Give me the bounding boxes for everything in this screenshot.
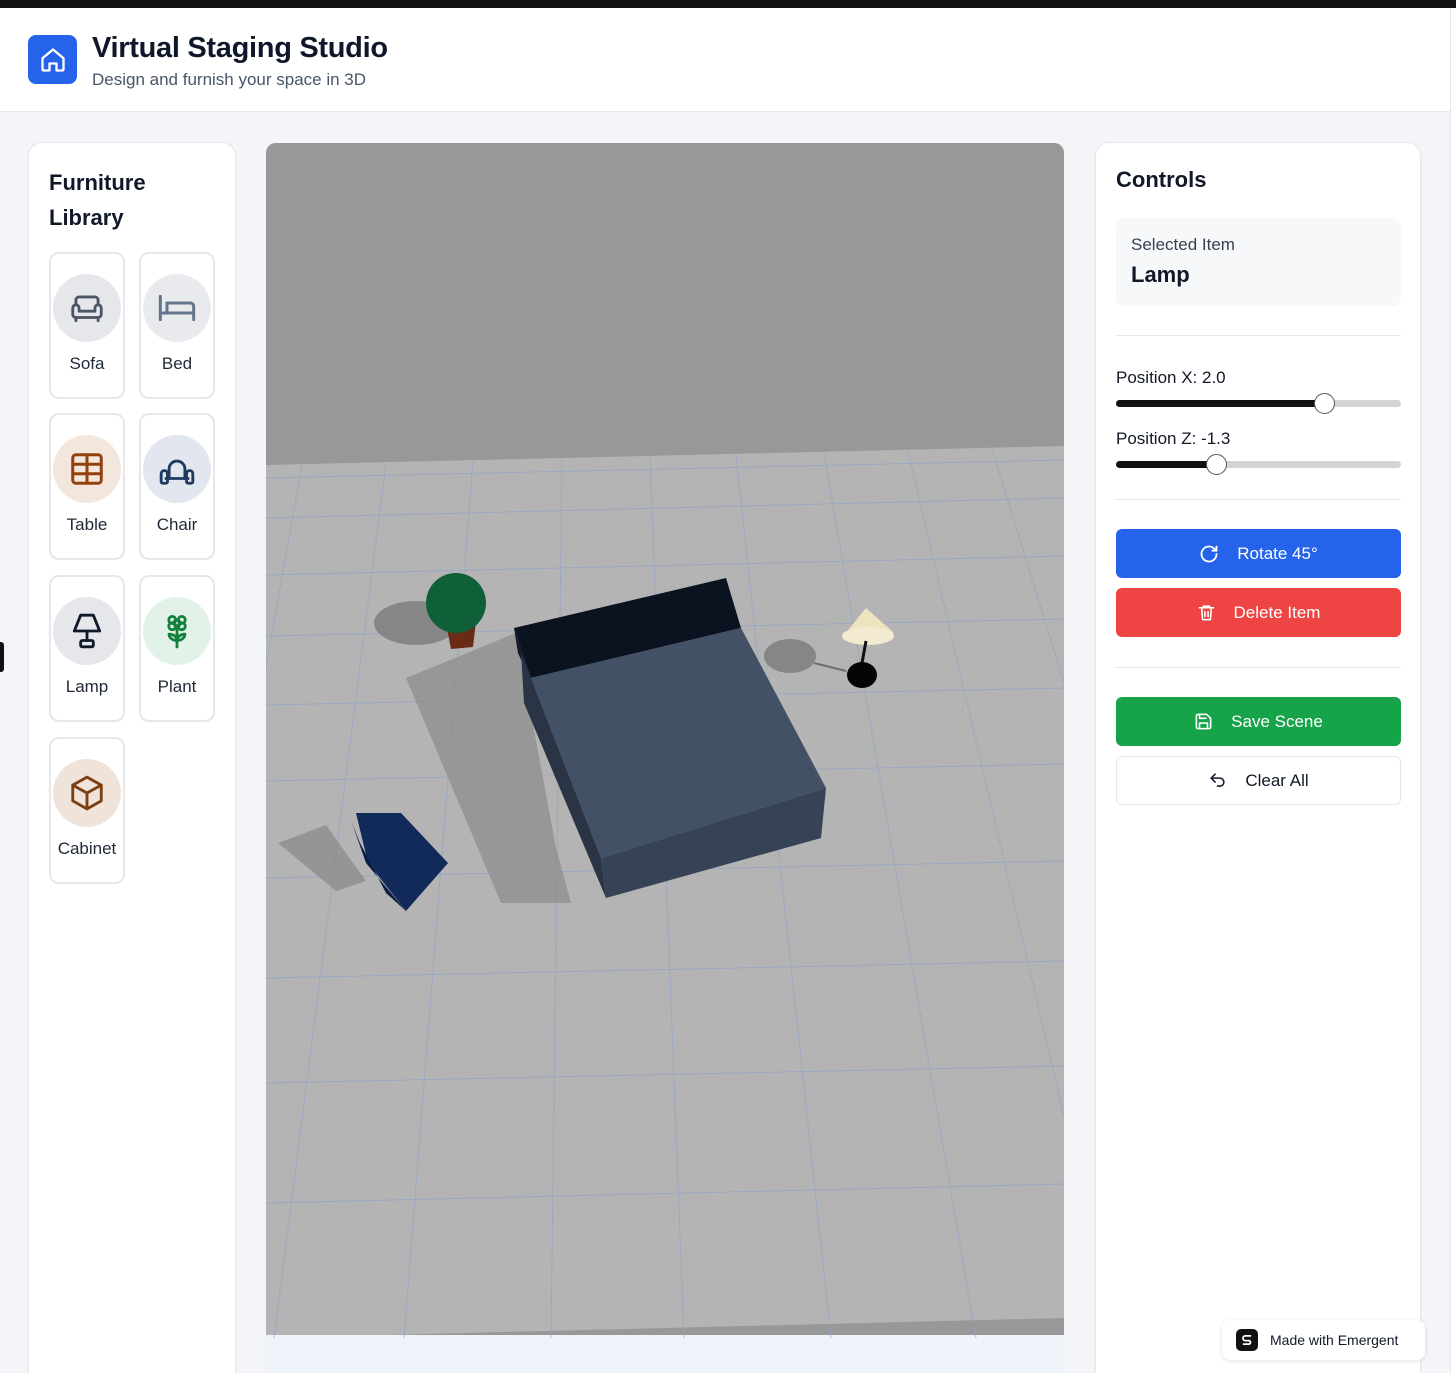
table-icon: [53, 435, 121, 503]
rotate-button-label: Rotate 45°: [1237, 543, 1318, 563]
delete-button[interactable]: Delete Item: [1116, 588, 1401, 637]
position-x-label: Position X: 2.0: [1116, 368, 1226, 387]
made-with-emergent-badge[interactable]: Made with Emergent: [1222, 1320, 1425, 1360]
sofa-icon: [53, 274, 121, 342]
divider: [1116, 335, 1401, 336]
box-icon: [53, 759, 121, 827]
slider-thumb[interactable]: [1205, 454, 1227, 475]
chair-icon: [143, 435, 211, 503]
trash-icon: [1198, 605, 1214, 621]
library-title: Furniture Library: [49, 170, 146, 230]
lamp-icon: [53, 597, 121, 665]
library-item-label: Sofa: [69, 354, 105, 373]
3d-viewport[interactable]: [266, 143, 1064, 1373]
window-right-edge: [1450, 8, 1456, 1373]
selected-item-label: Selected Item: [1131, 235, 1235, 254]
library-item-label: Table: [66, 515, 108, 534]
save-icon: [1195, 713, 1212, 730]
clear-all-button[interactable]: Clear All: [1116, 756, 1401, 805]
side-drawer-handle[interactable]: [0, 642, 4, 672]
library-item-label: Plant: [157, 677, 197, 696]
divider: [1116, 667, 1401, 668]
emergent-logo-icon: [1236, 1329, 1258, 1351]
slider-thumb[interactable]: [1314, 393, 1336, 414]
library-item-chair[interactable]: Chair: [139, 413, 215, 560]
save-scene-label: Save Scene: [1231, 711, 1323, 731]
save-scene-button[interactable]: Save Scene: [1116, 697, 1401, 746]
position-z-slider[interactable]: [1116, 454, 1401, 475]
library-item-label: Bed: [161, 354, 193, 373]
badge-label: Made with Emergent: [1270, 1332, 1399, 1348]
undo-icon: [1210, 773, 1225, 787]
app-subtitle: Design and furnish your space in 3D: [92, 70, 367, 89]
library-item-plant[interactable]: Plant: [139, 575, 215, 722]
library-item-label: Cabinet: [57, 839, 117, 858]
position-z-label: Position Z: -1.3: [1116, 429, 1231, 448]
selected-item-card: Selected Item Lamp: [1116, 218, 1401, 306]
library-item-bed[interactable]: Bed: [139, 252, 215, 399]
library-item-label: Lamp: [65, 677, 109, 696]
rotate-button[interactable]: Rotate 45°: [1116, 529, 1401, 578]
app-title: Virtual Staging Studio: [92, 32, 388, 64]
rotate-icon: [1200, 545, 1218, 562]
back-wall: [266, 143, 1064, 468]
viewport-bottom-band: [266, 1335, 1064, 1373]
selected-item-value: Lamp: [1131, 262, 1190, 287]
app-header: Virtual Staging Studio Design and furnis…: [0, 8, 1450, 112]
divider: [1116, 499, 1401, 500]
slider-fill: [1116, 400, 1325, 407]
furniture-library-panel: Furniture Library Sofa Bed Table Chair L…: [28, 142, 236, 1373]
library-item-label: Chair: [156, 515, 198, 534]
library-item-table[interactable]: Table: [49, 413, 125, 560]
controls-panel: Controls Selected Item Lamp Position X: …: [1095, 142, 1421, 1373]
window-top-strip: [0, 0, 1456, 8]
bed-icon: [143, 274, 211, 342]
library-item-lamp[interactable]: Lamp: [49, 575, 125, 722]
library-item-sofa[interactable]: Sofa: [49, 252, 125, 399]
delete-button-label: Delete Item: [1233, 602, 1321, 622]
position-x-slider[interactable]: [1116, 393, 1401, 414]
flower-icon: [143, 597, 211, 665]
library-item-cabinet[interactable]: Cabinet: [49, 737, 125, 884]
controls-title: Controls: [1116, 167, 1207, 192]
scene-canvas[interactable]: [266, 143, 1064, 1373]
slider-fill: [1116, 461, 1216, 468]
home-icon: [28, 35, 77, 84]
clear-all-label: Clear All: [1245, 770, 1309, 790]
